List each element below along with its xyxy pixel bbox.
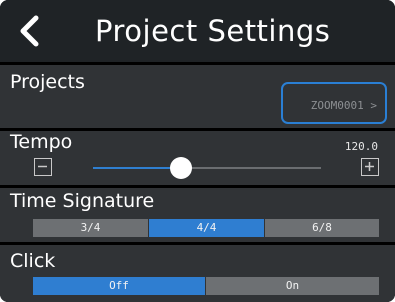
device-screen: Project Settings Projects ZOOM0001 > Tem… — [0, 0, 395, 302]
page-title: Project Settings — [95, 14, 331, 48]
tempo-slider-fill — [93, 167, 181, 169]
minus-icon — [38, 165, 47, 168]
time-signature-option-3-4[interactable]: 3/4 — [33, 219, 148, 237]
time-signature-label: Time Signature — [10, 190, 155, 212]
tempo-slider-track[interactable] — [181, 167, 321, 169]
tempo-label: Tempo — [10, 131, 73, 153]
project-name-value: ZOOM0001 > — [310, 99, 377, 112]
click-label: Click — [10, 250, 56, 272]
time-signature-option-4-4[interactable]: 4/4 — [149, 219, 264, 237]
tempo-value: 120.0 — [344, 140, 378, 153]
time-signature-option-6-8[interactable]: 6/8 — [265, 219, 379, 237]
click-option-on[interactable]: On — [206, 277, 379, 295]
back-button[interactable] — [14, 14, 46, 48]
tempo-increase-button[interactable] — [361, 158, 379, 176]
tempo-decrease-button[interactable] — [34, 158, 52, 176]
plus-icon — [365, 162, 374, 171]
title-bar: Project Settings — [0, 0, 395, 62]
tempo-slider-handle[interactable] — [170, 157, 192, 179]
projects-label: Projects — [10, 71, 85, 93]
chevron-left-icon — [20, 15, 39, 47]
click-option-off[interactable]: Off — [33, 277, 205, 295]
